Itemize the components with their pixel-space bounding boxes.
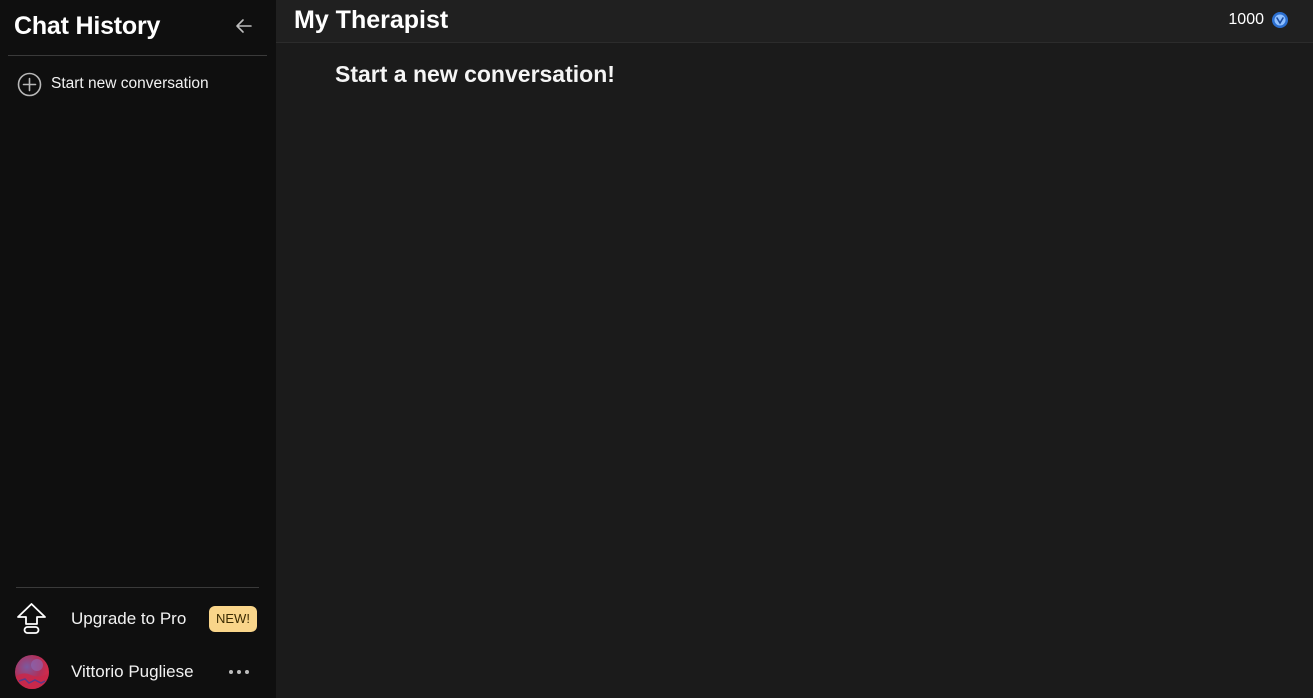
avatar-image: [15, 659, 49, 689]
user-name: Vittorio Pugliese: [71, 662, 194, 681]
collapse-sidebar-button[interactable]: [232, 14, 256, 38]
sidebar-header: Chat History: [8, 0, 267, 56]
sidebar-title: Chat History: [14, 12, 161, 40]
arrow-left-icon: [236, 19, 252, 33]
user-avatar: [15, 655, 49, 689]
sidebar: Chat History Start new conversation Upgr…: [0, 0, 276, 698]
main-panel: My Therapist 1000 Start a new conversati…: [276, 0, 1313, 698]
sidebar-footer-divider: [16, 587, 259, 588]
coin-icon: [1272, 12, 1288, 28]
upload-arrow-icon: [17, 603, 46, 634]
new-badge: NEW!: [209, 606, 257, 632]
upgrade-to-pro-label: Upgrade to Pro: [71, 609, 187, 628]
more-options-button[interactable]: [225, 662, 253, 682]
user-profile-row[interactable]: Vittorio Pugliese: [15, 654, 260, 690]
upgrade-to-pro-button[interactable]: Upgrade to Pro NEW!: [16, 602, 261, 636]
empty-state-heading: Start a new conversation!: [335, 61, 615, 87]
credits-counter[interactable]: 1000: [1228, 11, 1289, 29]
more-dot: [245, 670, 249, 674]
page-title: My Therapist: [294, 6, 449, 34]
credits-value: 1000: [1228, 11, 1264, 28]
start-new-conversation-button[interactable]: Start new conversation: [17, 72, 257, 96]
top-bar: My Therapist 1000: [276, 0, 1313, 43]
plus-circle-icon: [17, 72, 42, 96]
more-dot: [237, 670, 241, 674]
more-horizontal-icon: [229, 670, 233, 674]
start-new-conversation-label: Start new conversation: [51, 75, 209, 92]
app-root: Chat History Start new conversation Upgr…: [0, 0, 1313, 698]
